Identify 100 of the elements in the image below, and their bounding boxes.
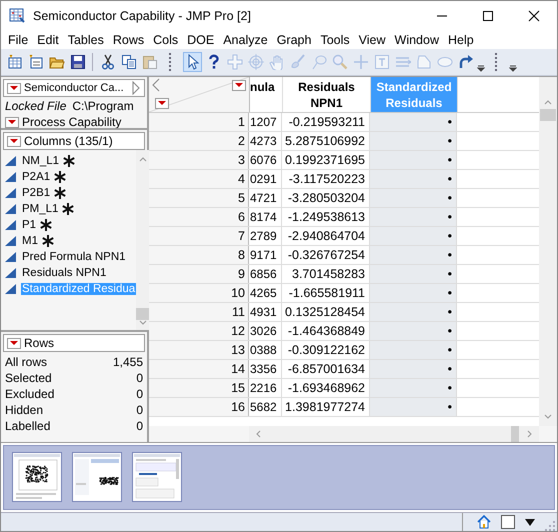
column-item[interactable]: P2B1 — [21, 187, 52, 199]
scroll-thumb[interactable] — [511, 426, 519, 442]
scroll-thumb[interactable] — [136, 308, 150, 320]
table-cell: 4931 — [249, 303, 282, 321]
window-title: Semiconductor Capability - JMP Pro [2] — [33, 9, 251, 23]
column-item[interactable]: PM_L1 — [21, 203, 60, 215]
checkbox-icon[interactable] — [501, 515, 515, 529]
panel-title: Rows — [24, 336, 54, 350]
scroll-down-icon[interactable] — [544, 414, 552, 420]
table-cell: • — [370, 151, 457, 169]
save-icon[interactable] — [68, 52, 87, 72]
table-cell: 2216 — [249, 379, 282, 397]
column-item[interactable]: M1 — [21, 235, 39, 247]
row-number[interactable]: 11 — [149, 303, 249, 321]
column-item[interactable]: Residuals NPN1 — [21, 267, 108, 279]
row-count: 1,455 — [112, 355, 143, 371]
row-number[interactable]: 2 — [149, 132, 249, 150]
row-number[interactable]: 4 — [149, 170, 249, 188]
home-icon[interactable] — [477, 515, 491, 529]
menu-item[interactable]: Help — [444, 33, 480, 47]
menu-item[interactable]: Tools — [317, 33, 356, 47]
row-count: 0 — [136, 403, 143, 419]
row-number[interactable]: 15 — [149, 379, 249, 397]
expand-icon[interactable] — [131, 81, 141, 95]
menu-item[interactable]: DOE — [184, 33, 220, 47]
scroll-up-icon[interactable] — [544, 99, 552, 105]
row-number[interactable]: 1 — [149, 113, 249, 131]
column-item[interactable]: NM_L1 — [21, 155, 60, 167]
column-header[interactable]: nula — [250, 77, 283, 112]
continuous-icon — [4, 267, 18, 279]
resize-grip-icon[interactable] — [545, 521, 555, 531]
close-icon[interactable] — [528, 10, 540, 22]
continuous-icon — [4, 219, 18, 231]
table-cell: 5682 — [249, 398, 282, 416]
row-number[interactable]: 9 — [149, 265, 249, 283]
row-count: 0 — [136, 371, 143, 387]
panel-header[interactable]: Semiconductor Ca... — [3, 79, 145, 97]
scroll-down-icon[interactable] — [139, 320, 148, 326]
table-cell: 0291 — [249, 170, 282, 188]
continuous-icon — [4, 171, 18, 183]
row-state-label: Hidden — [5, 403, 44, 419]
table-name: Semiconductor Ca... — [24, 82, 124, 94]
overflow-icon[interactable] — [509, 64, 517, 72]
menu-item[interactable]: File — [5, 33, 34, 47]
table-cell: 3356 — [249, 360, 282, 378]
row-number[interactable]: 14 — [149, 360, 249, 378]
row-number[interactable]: 13 — [149, 341, 249, 359]
table-cell: 2789 — [249, 227, 282, 245]
scroll-thumb[interactable] — [540, 109, 556, 121]
panel-header[interactable]: Columns (135/1) — [3, 132, 145, 150]
row-number[interactable]: 12 — [149, 322, 249, 340]
row-number[interactable]: 6 — [149, 208, 249, 226]
row-state-label: All rows — [5, 355, 48, 371]
table-cell: 4721 — [249, 189, 282, 207]
table-cell: • — [370, 227, 457, 245]
row-count: 0 — [136, 387, 143, 403]
table-cell: • — [370, 303, 457, 321]
overflow-icon[interactable] — [477, 64, 485, 72]
scroll-right-icon[interactable] — [527, 430, 533, 438]
row-number[interactable]: 8 — [149, 246, 249, 264]
menu-item[interactable]: Window — [392, 33, 445, 47]
row-number[interactable]: 3 — [149, 151, 249, 169]
table-cell: • — [370, 341, 457, 359]
table-cell: • — [370, 113, 457, 131]
copy-icon[interactable] — [119, 52, 138, 72]
menu-item[interactable]: Analyze — [220, 33, 274, 47]
panel-header[interactable]: Rows — [3, 334, 145, 352]
table-cell: 3026 — [249, 322, 282, 340]
menu-item[interactable]: View — [356, 33, 392, 47]
row-number[interactable]: 10 — [149, 284, 249, 302]
continuous-icon — [4, 283, 18, 295]
menu-item[interactable]: Edit — [34, 33, 65, 47]
menu-item[interactable]: Tables — [64, 33, 110, 47]
table-cell: 6076 — [249, 151, 282, 169]
row-number[interactable]: 7 — [149, 227, 249, 245]
table-cell: • — [370, 265, 457, 283]
continuous-icon — [4, 187, 18, 199]
menu-item[interactable]: Rows — [110, 33, 150, 47]
row-state-label: Excluded — [5, 387, 54, 403]
table-cell: • — [370, 189, 457, 207]
column-item[interactable]: Pred Formula NPN1 — [21, 251, 127, 263]
maximize-icon[interactable] — [482, 10, 494, 22]
table-cell: 6856 — [249, 265, 282, 283]
dropdown-icon[interactable] — [525, 518, 535, 526]
column-item[interactable]: P2A1 — [21, 171, 52, 183]
menu-item[interactable]: Cols — [150, 33, 184, 47]
table-cell: • — [370, 360, 457, 378]
table-cell: • — [370, 398, 457, 416]
row-number[interactable]: 5 — [149, 189, 249, 207]
row-number[interactable]: 16 — [149, 398, 249, 416]
table-cell: • — [370, 284, 457, 302]
scroll-up-icon[interactable] — [139, 156, 148, 162]
collapse-icon[interactable] — [152, 78, 160, 92]
table-cell: • — [370, 379, 457, 397]
file-path: C:\Program — [72, 99, 134, 113]
table-cell: 1207 — [249, 113, 282, 131]
menu-item[interactable]: Graph — [274, 33, 318, 47]
scroll-left-icon[interactable] — [255, 430, 261, 438]
table-cell: • — [370, 132, 457, 150]
column-item[interactable]: P1 — [21, 219, 38, 231]
